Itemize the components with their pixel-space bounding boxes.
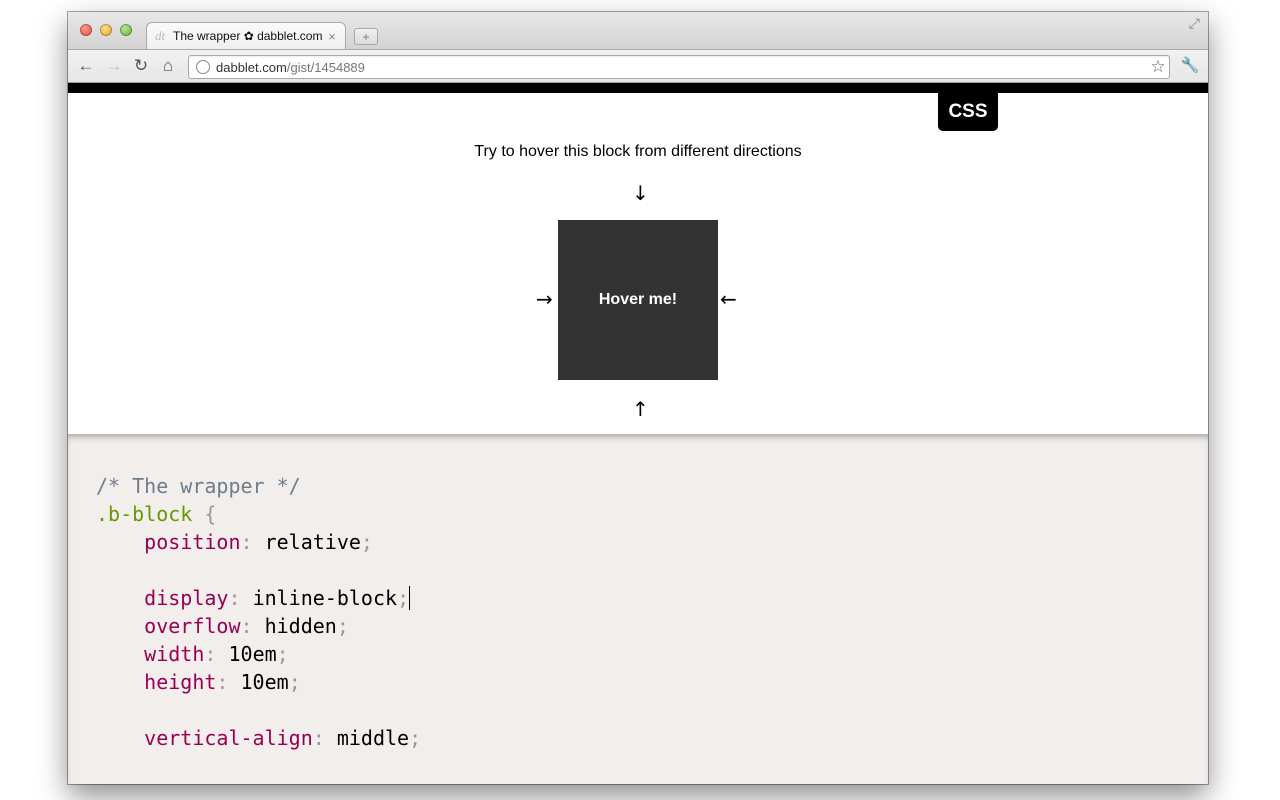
arrow-up-icon: ↑: [632, 397, 649, 421]
fullscreen-icon[interactable]: ⤢: [1189, 15, 1200, 32]
code-semicolon: ;: [409, 726, 422, 750]
code-line: /* The wrapper */: [96, 472, 421, 500]
code-colon: :: [312, 726, 337, 750]
code-semicolon: ;: [360, 530, 373, 554]
code-line: display: inline-block;: [96, 584, 421, 612]
arrow-right-icon: →: [536, 287, 553, 311]
zoom-window-button[interactable]: [120, 24, 132, 36]
code-semicolon: ;: [336, 614, 349, 638]
code-selector: .b-block: [96, 502, 193, 526]
bookmark-star-icon[interactable]: ☆: [1147, 57, 1169, 77]
tab-close-icon[interactable]: ×: [325, 29, 339, 44]
text-cursor: [409, 586, 411, 610]
url-path: /gist/1454889: [286, 59, 365, 75]
tab-strip: dt The wrapper ✿ dabblet.com × + ⤢: [68, 12, 1208, 49]
code-line: position: relative;: [96, 528, 421, 556]
hover-block[interactable]: Hover me!: [558, 220, 718, 380]
browser-toolbar: ← → ↻ ⌂ dabblet.com/gist/1454889 ☆ 🔧: [68, 49, 1208, 83]
forward-icon[interactable]: →: [104, 56, 124, 76]
code-value: 10em: [240, 670, 289, 694]
code-property: height: [144, 670, 217, 694]
top-bar: [68, 83, 1208, 93]
new-tab-button[interactable]: +: [354, 28, 378, 45]
preview-pane: Try to hover this block from different d…: [68, 93, 1208, 434]
code-colon: :: [228, 586, 253, 610]
code-value: 10em: [228, 642, 277, 666]
address-bar[interactable]: dabblet.com/gist/1454889 ☆: [188, 55, 1170, 79]
browser-tab[interactable]: dt The wrapper ✿ dabblet.com ×: [146, 22, 346, 49]
code-value: hidden: [264, 614, 337, 638]
globe-icon: [196, 60, 210, 74]
code-value: inline-block: [252, 586, 398, 610]
arrow-left-icon: ←: [720, 287, 737, 311]
close-window-button[interactable]: [80, 24, 92, 36]
code-semicolon: ;: [276, 642, 289, 666]
back-icon[interactable]: ←: [76, 56, 96, 76]
css-tab-button[interactable]: CSS: [938, 93, 998, 131]
code-semicolon: ;: [397, 586, 410, 610]
browser-window: dt The wrapper ✿ dabblet.com × + ⤢ ← → ↻…: [68, 12, 1208, 784]
code-property: display: [144, 586, 229, 610]
minimize-window-button[interactable]: [100, 24, 112, 36]
code-brace: {: [192, 502, 217, 526]
code-line: height: 10em;: [96, 668, 421, 696]
code-line: width: 10em;: [96, 640, 421, 668]
hint-text: Try to hover this block from different d…: [474, 143, 802, 160]
code-semicolon: ;: [288, 670, 301, 694]
code-line: vertical-align: middle;: [96, 724, 421, 752]
url-text[interactable]: dabblet.com/gist/1454889: [216, 60, 1147, 75]
tab-title: The wrapper ✿ dabblet.com: [173, 29, 323, 43]
code-value: relative: [264, 530, 361, 554]
code-line: overflow: hidden;: [96, 612, 421, 640]
code-colon: :: [216, 670, 241, 694]
code-property: position: [144, 530, 241, 554]
code-property: width: [144, 642, 205, 666]
code-colon: :: [204, 642, 229, 666]
dabblet-favicon-icon: dt: [155, 28, 166, 43]
home-icon[interactable]: ⌂: [158, 56, 178, 76]
code-property: overflow: [144, 614, 241, 638]
code-colon: :: [240, 614, 265, 638]
code-line: .b-block {: [96, 500, 421, 528]
url-host: dabblet.com: [216, 59, 287, 75]
code-editor[interactable]: /* The wrapper */ .b-block { position: r…: [68, 434, 1208, 784]
wrench-icon[interactable]: 🔧: [1180, 56, 1200, 74]
arrow-down-icon: ↓: [632, 181, 649, 205]
reload-icon[interactable]: ↻: [131, 56, 151, 76]
code-value: middle: [336, 726, 410, 750]
code-colon: :: [240, 530, 265, 554]
code-comment: /* The wrapper */: [96, 474, 301, 498]
window-controls: [80, 24, 132, 36]
code-body[interactable]: /* The wrapper */ .b-block { position: r…: [96, 472, 421, 752]
code-property: vertical-align: [144, 726, 313, 750]
